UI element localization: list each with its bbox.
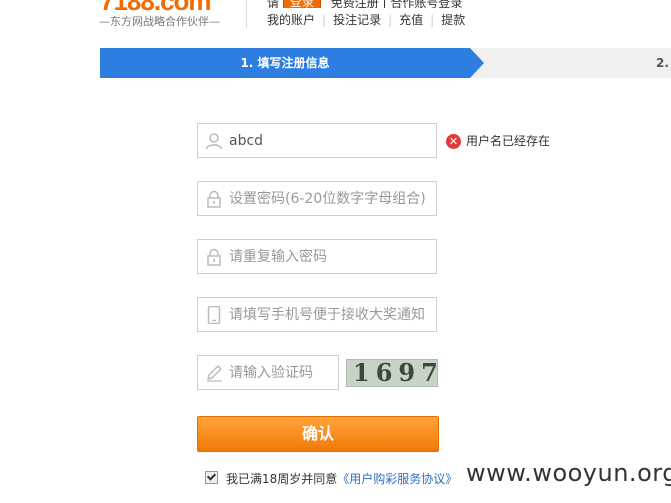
nav-separator: | (430, 13, 435, 27)
captcha-input[interactable] (229, 356, 335, 389)
phone-icon (207, 306, 221, 324)
confirm-button[interactable]: 确认 (197, 416, 439, 452)
user-icon (205, 133, 223, 150)
phone-field (197, 297, 437, 332)
username-error: ✕ 用户名已经存在 (446, 132, 550, 150)
logo-tagline: —东方网战略合作伙伴— (99, 15, 220, 28)
error-icon: ✕ (446, 134, 461, 149)
username-error-text: 用户名已经存在 (466, 134, 551, 148)
nav-recharge[interactable]: 充值 (399, 13, 423, 27)
captcha-code: 1697 (353, 359, 438, 387)
username-input[interactable] (229, 124, 434, 157)
top-nav: 我的账户 | 投注记录 | 充值 | 提款 (267, 11, 465, 28)
password-input[interactable] (229, 182, 434, 215)
login-button[interactable]: 登录 (282, 0, 321, 8)
top-login-bar: 请 登录 免费注册 | 合作账号登录 (267, 0, 462, 8)
watermark: www.wooyun.org (466, 459, 671, 487)
nav-my-account[interactable]: 我的账户 (267, 13, 315, 27)
step-2: 2. (656, 56, 669, 70)
header-divider (246, 0, 247, 28)
lock-icon (207, 190, 221, 208)
lock-icon (207, 248, 221, 266)
agree-text: 我已满18周岁并同意 (226, 472, 338, 486)
confirm-password-field (197, 239, 437, 274)
password-field (197, 181, 437, 216)
agreement-link[interactable]: 《用户购彩服务协议》 (337, 472, 457, 486)
username-field (197, 123, 437, 158)
phone-input[interactable] (229, 298, 434, 331)
step-1-active: 1. 填写注册信息 (100, 48, 470, 78)
nav-bet-records[interactable]: 投注记录 (333, 13, 381, 27)
agree-checkbox[interactable] (205, 471, 218, 484)
confirm-password-input[interactable] (229, 240, 434, 273)
captcha-field (197, 355, 339, 390)
nav-withdraw[interactable]: 提款 (441, 13, 465, 27)
top-register-links[interactable]: 免费注册 | 合作账号登录 (331, 0, 463, 8)
nav-separator: | (322, 13, 327, 27)
nav-separator: | (388, 13, 393, 27)
step-arrow (470, 48, 484, 78)
pencil-icon (207, 365, 222, 382)
captcha-image[interactable]: 1697 (346, 359, 438, 387)
top-prefix: 请 (267, 0, 280, 8)
agreement-row: 我已满18周岁并同意《用户购彩服务协议》 (205, 471, 457, 487)
